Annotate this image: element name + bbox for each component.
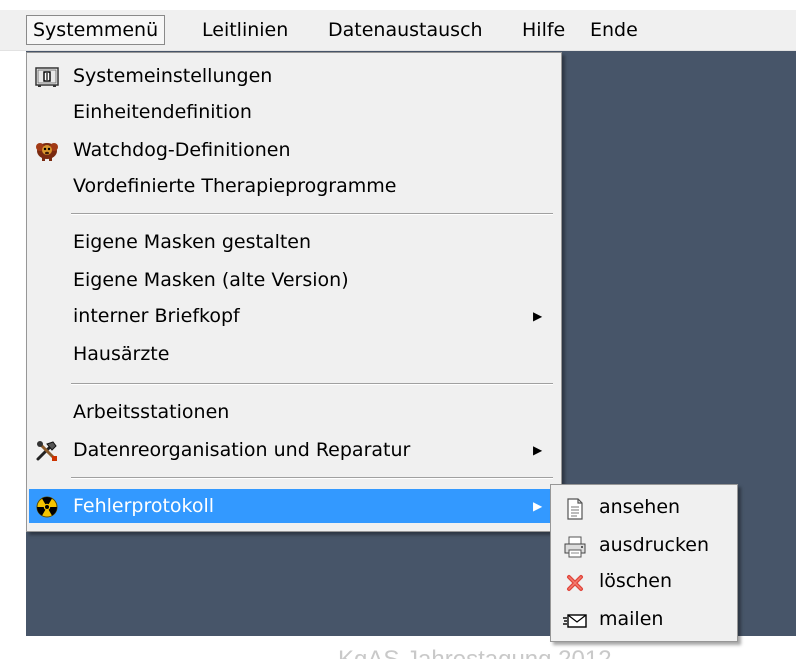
menu-separator	[71, 477, 553, 479]
menu-leitlinien[interactable]: Leitlinien	[196, 16, 294, 44]
submenu-arrow-icon: ▶	[533, 309, 543, 323]
tools-icon	[35, 439, 59, 461]
menu-item-arbeitsstationen[interactable]: Arbeitsstationen	[29, 395, 557, 429]
submenu-item-label: mailen	[599, 608, 664, 630]
menu-item-einheitendefinition[interactable]: Einheitendefinition	[29, 95, 557, 129]
menu-ende[interactable]: Ende	[584, 16, 644, 44]
menu-item-label: Systemeinstellungen	[73, 65, 273, 87]
menu-item-eigene-masken-alte-version[interactable]: Eigene Masken (alte Version)	[29, 263, 557, 297]
menu-item-label: Watchdog-Definitionen	[73, 139, 291, 161]
menu-item-label: Hausärzte	[73, 343, 170, 365]
menu-item-hausaerzte[interactable]: Hausärzte	[29, 337, 557, 371]
menu-item-label: Arbeitsstationen	[73, 401, 230, 423]
systemmenue-dropdown: Systemeinstellungen Einheitendefinition …	[26, 52, 562, 532]
menu-item-label: Eigene Masken gestalten	[73, 231, 312, 253]
menu-separator	[71, 383, 553, 385]
watchdog-icon	[35, 139, 59, 161]
submenu-item-label: ausdrucken	[599, 534, 710, 556]
menu-item-systemeinstellungen[interactable]: Systemeinstellungen	[29, 59, 557, 93]
left-margin	[0, 51, 26, 659]
menu-datenaustausch[interactable]: Datenaustausch	[322, 16, 489, 44]
radiation-icon	[35, 495, 59, 518]
menu-item-watchdog-definitionen[interactable]: Watchdog-Definitionen	[29, 133, 557, 167]
submenu-item-ansehen[interactable]: ansehen	[553, 489, 733, 525]
submenu-item-ausdrucken[interactable]: ausdrucken	[553, 527, 733, 563]
menu-item-interner-briefkopf[interactable]: interner Briefkopf ▶	[29, 299, 557, 333]
menu-item-vordefinierte-therapieprogramme[interactable]: Vordefinierte Therapieprogramme	[29, 169, 557, 203]
document-icon	[563, 496, 587, 520]
submenu-arrow-icon: ▶	[533, 499, 543, 513]
submenu-item-mailen[interactable]: mailen	[553, 601, 733, 637]
menu-bar: Systemmenü Leitlinien Datenaustausch Hil…	[0, 10, 796, 51]
top-strip	[0, 0, 796, 10]
mail-icon	[563, 608, 587, 630]
menu-systemmenue[interactable]: Systemmenü	[26, 15, 166, 45]
watermark-text: KgAS Jahrestagung 2012	[338, 646, 612, 659]
submenu-item-loeschen[interactable]: löschen	[553, 563, 733, 599]
submenu-item-label: ansehen	[599, 496, 681, 518]
menu-hilfe[interactable]: Hilfe	[516, 16, 571, 44]
menu-item-label: Eigene Masken (alte Version)	[73, 269, 349, 291]
delete-icon	[563, 570, 587, 592]
settings-panel-icon	[35, 65, 59, 87]
printer-icon	[563, 534, 587, 558]
menu-item-eigene-masken-gestalten[interactable]: Eigene Masken gestalten	[29, 225, 557, 259]
menu-item-label: Fehlerprotokoll	[73, 495, 215, 517]
menu-item-label: Datenreorganisation und Reparatur	[73, 439, 411, 461]
menu-item-datenreorganisation[interactable]: Datenreorganisation und Reparatur ▶	[29, 433, 557, 467]
menu-item-label: Einheitendefinition	[73, 101, 252, 123]
submenu-item-label: löschen	[599, 570, 673, 592]
menu-item-label: interner Briefkopf	[73, 305, 240, 327]
fehlerprotokoll-submenu: ansehen ausdrucken löschen mailen	[550, 484, 738, 642]
menu-separator	[71, 213, 553, 215]
menu-item-fehlerprotokoll[interactable]: Fehlerprotokoll ▶	[29, 489, 557, 523]
menu-item-label: Vordefinierte Therapieprogramme	[73, 175, 397, 197]
submenu-arrow-icon: ▶	[533, 443, 543, 457]
